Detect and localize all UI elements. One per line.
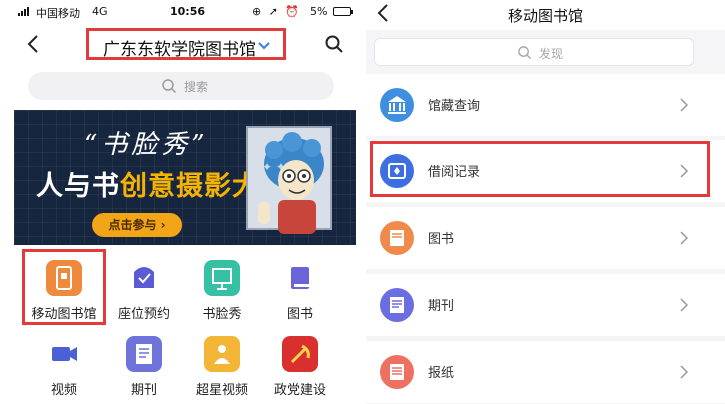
grid-label: 移动图书馆 [31, 307, 97, 322]
newspaper-icon [380, 355, 414, 389]
grid-label: 图书 [286, 307, 313, 322]
grid-item-chaoxing-video[interactable]: 超星视频 [182, 330, 262, 402]
navigation-bar: 广东东软学院图书馆 [0, 24, 360, 64]
seat-reservation-icon [126, 260, 162, 296]
list-item-books[interactable]: 图书 [366, 207, 725, 269]
search-placeholder: 发现 [539, 47, 564, 61]
chevron-right-icon [680, 365, 689, 379]
grid-label: 超星视频 [195, 383, 248, 398]
grid-item-mobile-library[interactable]: 移动图书馆 [24, 254, 104, 326]
search-placeholder: 搜索 [184, 80, 209, 94]
status-icons: ⊕ ➚ ⏰ [252, 5, 302, 18]
grid-item-video[interactable]: 视频 [24, 330, 104, 402]
list-item-newspapers[interactable]: 报纸 [366, 341, 725, 403]
search-icon[interactable] [324, 34, 344, 54]
chevron-right-icon [680, 98, 689, 112]
status-bar: 中国移动 4G 10:56 ⊕ ➚ ⏰ 5% [0, 0, 360, 24]
navigation-bar: 移动图书馆 [366, 0, 725, 30]
banner-headline-part1: 人与书 [36, 171, 120, 202]
chevron-down-icon [258, 42, 270, 50]
book-icon [380, 221, 414, 255]
grid-item-book-face-show[interactable]: 书脸秀 [182, 254, 262, 326]
grid-item-books[interactable]: 图书 [260, 254, 340, 326]
back-arrow-icon[interactable] [24, 33, 44, 55]
grid-label: 视频 [50, 383, 77, 398]
grid-item-party-building[interactable]: 政党建设 [260, 330, 340, 402]
mobile-library-icon [46, 260, 82, 296]
banner-calligraphy: “书脸秀” [84, 130, 209, 160]
battery-percent: 5% [310, 5, 328, 18]
list-item-label: 馆藏查询 [428, 99, 481, 114]
book-face-show-icon [204, 260, 240, 296]
list-item-label: 报纸 [428, 366, 455, 381]
signal-icon [18, 7, 32, 16]
cartoon-character-illustration [258, 132, 324, 234]
search-icon [162, 79, 177, 94]
list-item-journals[interactable]: 期刊 [366, 274, 725, 336]
list-item-label: 期刊 [428, 299, 455, 314]
carrier-label: 中国移动 [36, 7, 80, 20]
sparkle-icon: ✦ ✦ [262, 160, 286, 174]
library-name: 广东东软学院图书馆 [103, 40, 256, 60]
chaoxing-video-icon [204, 336, 240, 372]
clock: 10:56 [170, 5, 206, 18]
grid-label: 政党建设 [273, 383, 326, 398]
grid-item-seat-reservation[interactable]: 座位预约 [104, 254, 184, 326]
journal-icon [126, 336, 162, 372]
chevron-right-icon [680, 231, 689, 245]
left-phone-screen: 中国移动 4G 10:56 ⊕ ➚ ⏰ 5% 广东东软学院图书馆 搜索 “书脸秀… [0, 0, 360, 404]
network-label: 4G [92, 5, 108, 18]
library-selector[interactable]: 广东东软学院图书馆 [86, 28, 286, 60]
page-title: 移动图书馆 [507, 7, 583, 25]
party-building-icon [282, 336, 318, 372]
video-icon [46, 336, 82, 372]
highlight-box [370, 141, 710, 197]
battery-icon [333, 7, 353, 16]
book-icon [282, 260, 318, 296]
journal-icon [380, 288, 414, 322]
promo-banner[interactable]: “书脸秀” 人与书创意摄影大赛 点击参与 › ✦ ✦ [14, 110, 356, 245]
search-input[interactable]: 搜索 [28, 72, 334, 100]
search-icon [518, 46, 532, 60]
grid-label: 座位预约 [117, 307, 170, 322]
right-phone-screen: 移动图书馆 发现 馆藏查询 借阅记录 图书 期刊 报纸 [366, 0, 725, 404]
library-collection-icon [380, 88, 414, 122]
grid-label: 期刊 [130, 383, 157, 398]
participate-button[interactable]: 点击参与 › [92, 213, 182, 237]
list-item-label: 图书 [428, 232, 455, 247]
grid-item-journals[interactable]: 期刊 [104, 330, 184, 402]
search-input[interactable]: 发现 [374, 38, 694, 66]
grid-label: 书脸秀 [202, 307, 242, 322]
list-item-collection-search[interactable]: 馆藏查询 [366, 74, 725, 136]
chevron-right-icon [680, 298, 689, 312]
